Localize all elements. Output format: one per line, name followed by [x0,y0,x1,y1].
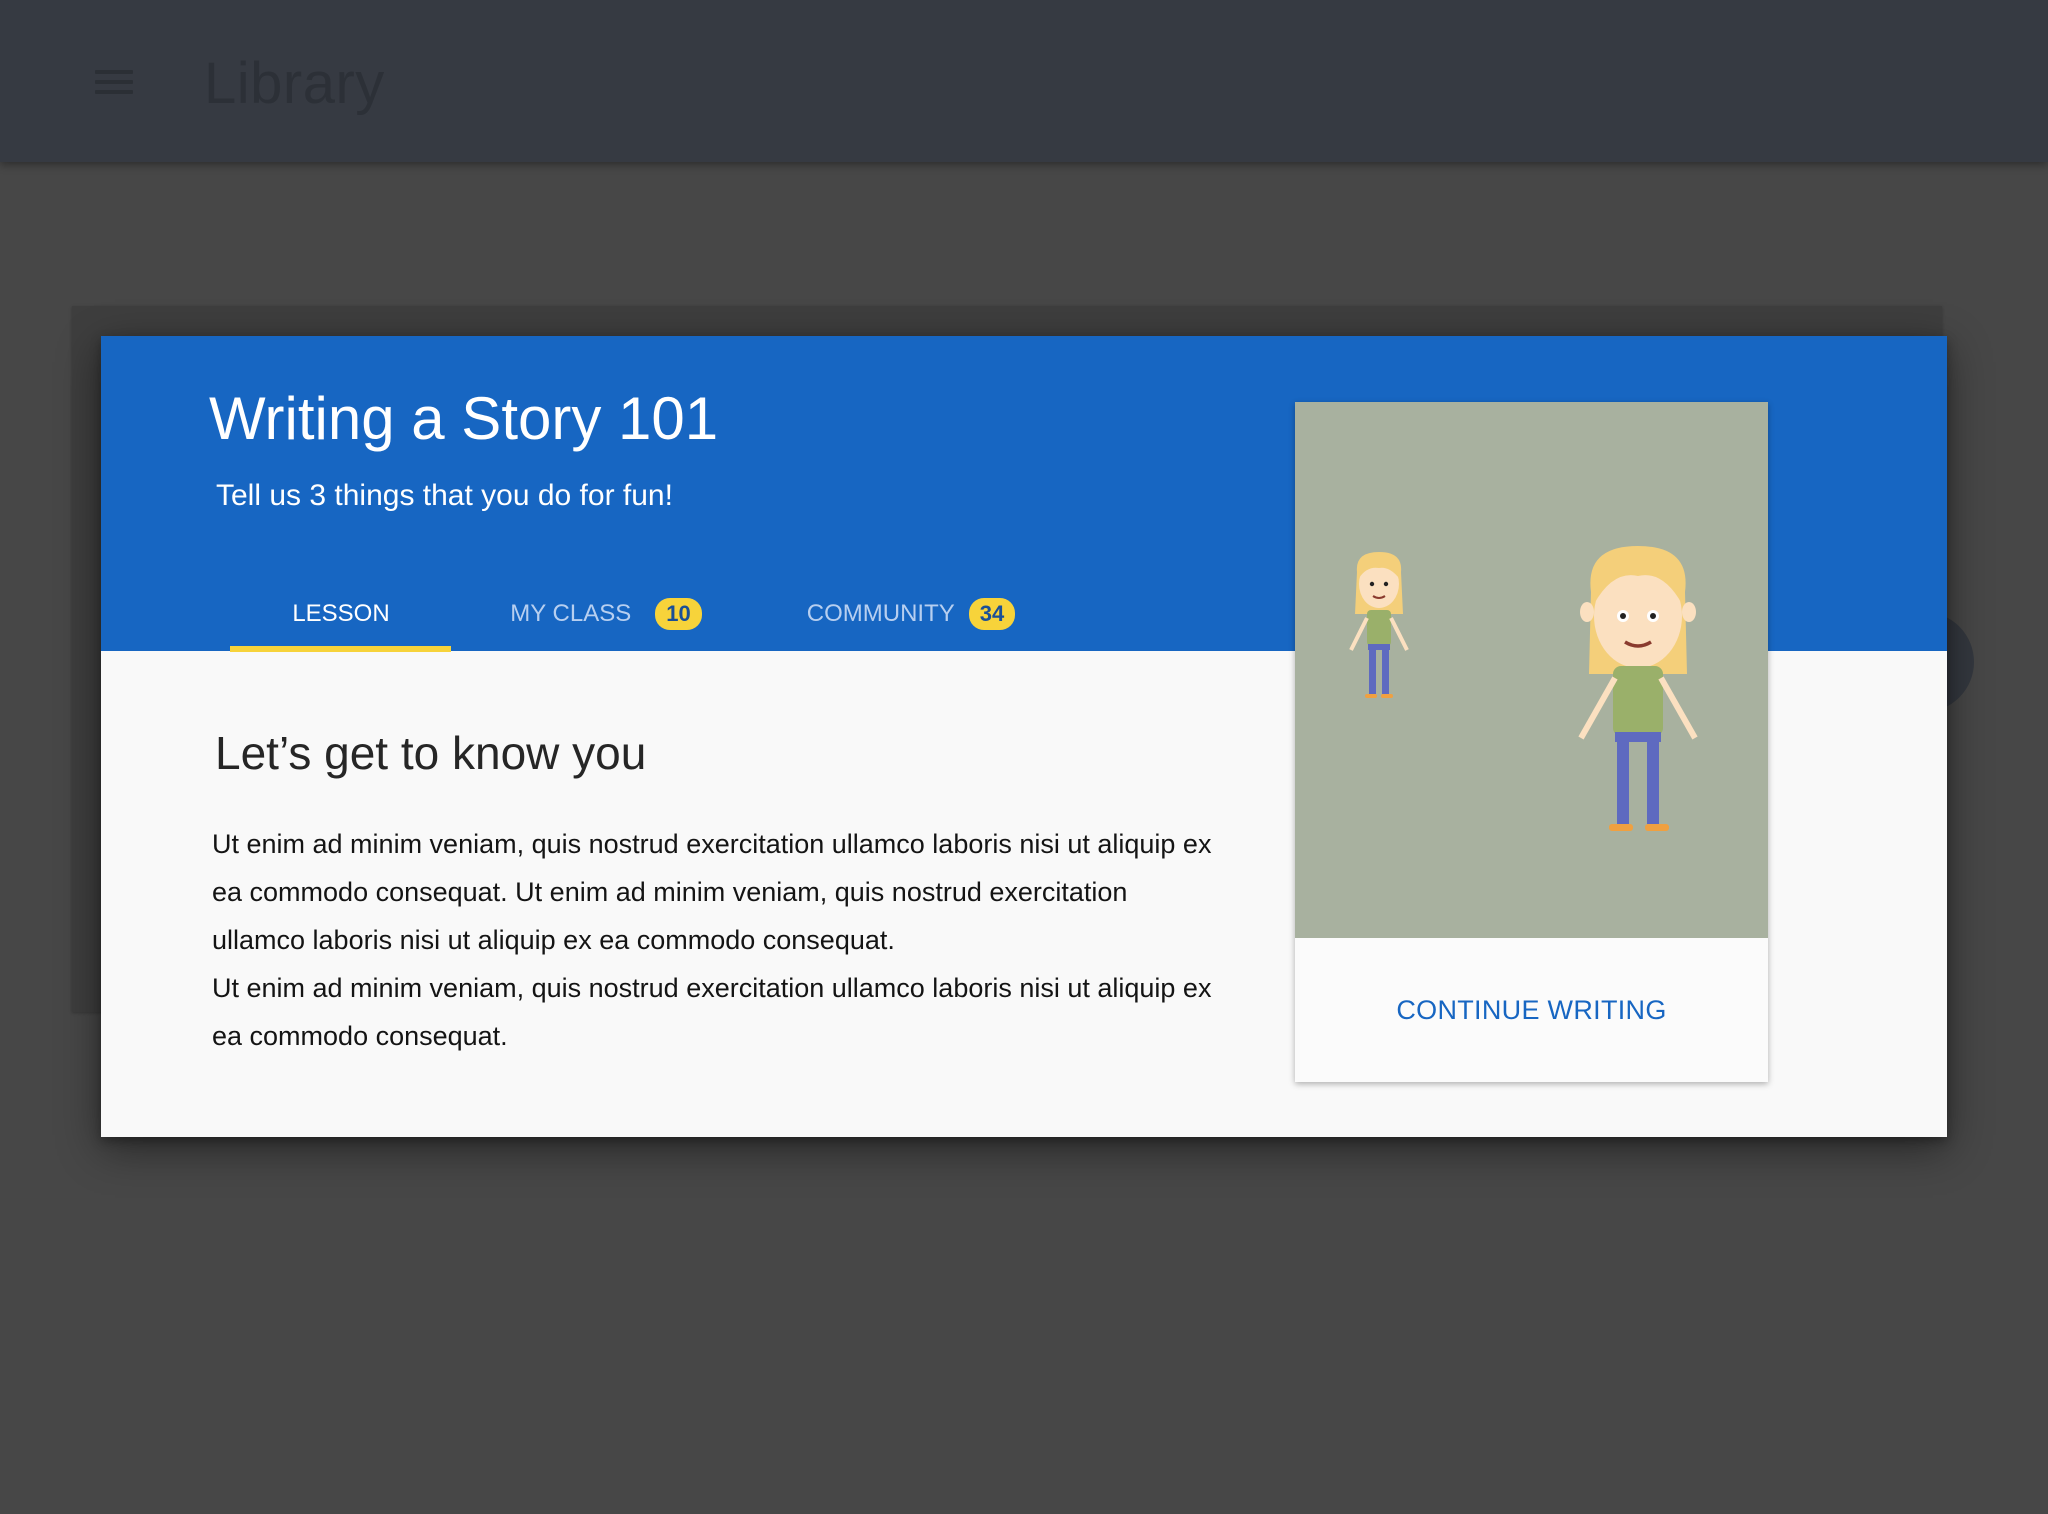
continue-writing-button[interactable]: CONTINUE WRITING [1295,938,1768,1082]
app-bar: Library [0,0,2048,162]
my-class-count-badge: 10 [655,597,702,630]
tab-bar: LESSON MY CLASS 10 COMMUNITY 34 [101,576,1301,651]
story-card: CONTINUE WRITING [1295,402,1768,1082]
tab-my-class-label: MY CLASS [510,599,632,627]
tab-my-class[interactable]: MY CLASS 10 [491,576,721,651]
lesson-subtitle: Tell us 3 things that you do for fun! [216,479,673,512]
active-tab-indicator [230,646,451,652]
tab-community-label: COMMUNITY [806,599,955,627]
lesson-paragraph: Ut enim ad minim veniam, quis nostrud ex… [212,973,1212,1051]
tab-lesson[interactable]: LESSON [231,576,451,651]
hamburger-menu-icon[interactable] [95,68,135,96]
community-count-badge: 34 [968,597,1016,630]
lesson-dialog: Writing a Story 101 Tell us 3 things tha… [101,336,1947,1137]
tab-lesson-label: LESSON [292,599,390,627]
large-girl-character-icon [1578,546,1698,831]
lesson-title: Writing a Story 101 [209,385,719,452]
lesson-body: Ut enim ad minim veniam, quis nostrud ex… [212,820,1212,1060]
tab-community[interactable]: COMMUNITY 34 [781,576,1041,651]
app-title: Library [204,51,385,116]
small-girl-character-icon [1349,552,1409,698]
section-heading: Let’s get to know you [215,727,647,779]
lesson-paragraph: Ut enim ad minim veniam, quis nostrud ex… [212,829,1212,955]
cartoon-girl-illustration [1295,402,1768,938]
